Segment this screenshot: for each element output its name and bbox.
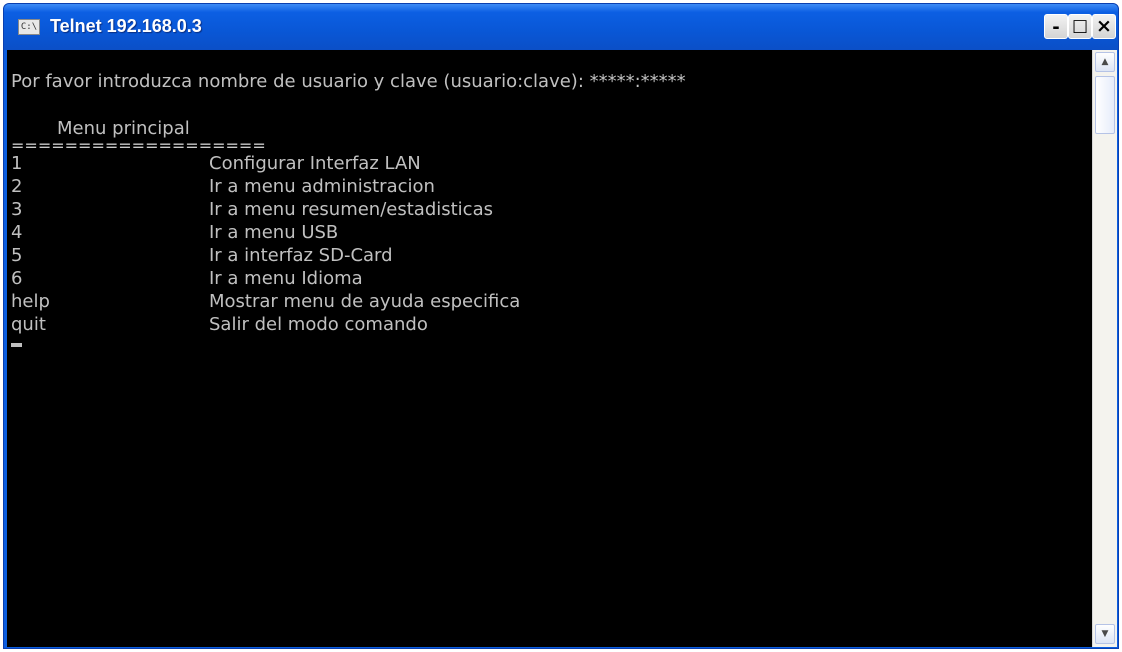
text-cursor [11, 343, 22, 347]
menu-title: Menu principal [57, 118, 190, 139]
menu-item: quit Salir del modo comando [11, 313, 1092, 336]
title-bar[interactable]: C:\ Telnet 192.168.0.3 - □ × [4, 4, 1118, 50]
menu-item-key: 2 [11, 176, 23, 197]
window-title: Telnet 192.168.0.3 [50, 16, 202, 36]
menu-item-key: 1 [11, 153, 23, 174]
console-output[interactable]: Por favor introduzca nombre de usuario y… [7, 50, 1092, 647]
minimize-button[interactable]: - [1044, 14, 1068, 39]
scroll-down-button[interactable]: ▼ [1095, 624, 1115, 644]
telnet-window: C:\ Telnet 192.168.0.3 - □ × Por favor i… [3, 3, 1119, 649]
menu-item-key: 5 [11, 245, 23, 266]
menu-item-description: Salir del modo comando [209, 314, 428, 335]
menu-item: 6 Ir a menu Idioma [11, 267, 1092, 290]
menu-item: help Mostrar menu de ayuda especifica [11, 290, 1092, 313]
arrow-down-icon: ▼ [1101, 629, 1109, 639]
menu-item: 1 Configurar Interfaz LAN [11, 152, 1092, 175]
login-prompt: Por favor introduzca nombre de usuario y… [11, 71, 686, 92]
menu-item: 3 Ir a menu resumen/estadisticas [11, 198, 1092, 221]
menu-item: 2 Ir a menu administracion [11, 175, 1092, 198]
menu-item-key: 6 [11, 268, 23, 289]
menu-item-description: Ir a menu resumen/estadisticas [209, 199, 493, 220]
vertical-scrollbar[interactable]: ▲ ▼ [1092, 50, 1117, 647]
close-icon: × [1096, 15, 1112, 37]
maximize-icon: □ [1071, 16, 1089, 36]
menu-item-description: Mostrar menu de ayuda especifica [209, 291, 521, 312]
menu-item-key: 4 [11, 222, 23, 243]
menu-item-description: Ir a menu USB [209, 222, 339, 243]
menu-item-description: Ir a interfaz SD-Card [209, 245, 393, 266]
scroll-up-button[interactable]: ▲ [1095, 52, 1115, 72]
menu-item-key: help [11, 291, 50, 312]
menu-separator: =================== [11, 140, 266, 152]
menu-item: 4 Ir a menu USB [11, 221, 1092, 244]
minimize-icon: - [1052, 17, 1060, 38]
arrow-up-icon: ▲ [1101, 57, 1109, 67]
menu-item-key: 3 [11, 199, 23, 220]
scrollbar-thumb[interactable] [1095, 76, 1115, 134]
menu-item-list: 1 Configurar Interfaz LAN 2 Ir a menu admin… [11, 152, 1092, 336]
menu-item-description: Ir a menu administracion [209, 176, 435, 197]
console-app-icon[interactable]: C:\ [18, 19, 40, 35]
menu-item: 5 Ir a interfaz SD-Card [11, 244, 1092, 267]
menu-item-key: quit [11, 314, 46, 335]
menu-item-description: Configurar Interfaz LAN [209, 153, 421, 174]
close-button[interactable]: × [1092, 14, 1116, 39]
maximize-button[interactable]: □ [1068, 14, 1092, 39]
menu-item-description: Ir a menu Idioma [209, 268, 363, 289]
